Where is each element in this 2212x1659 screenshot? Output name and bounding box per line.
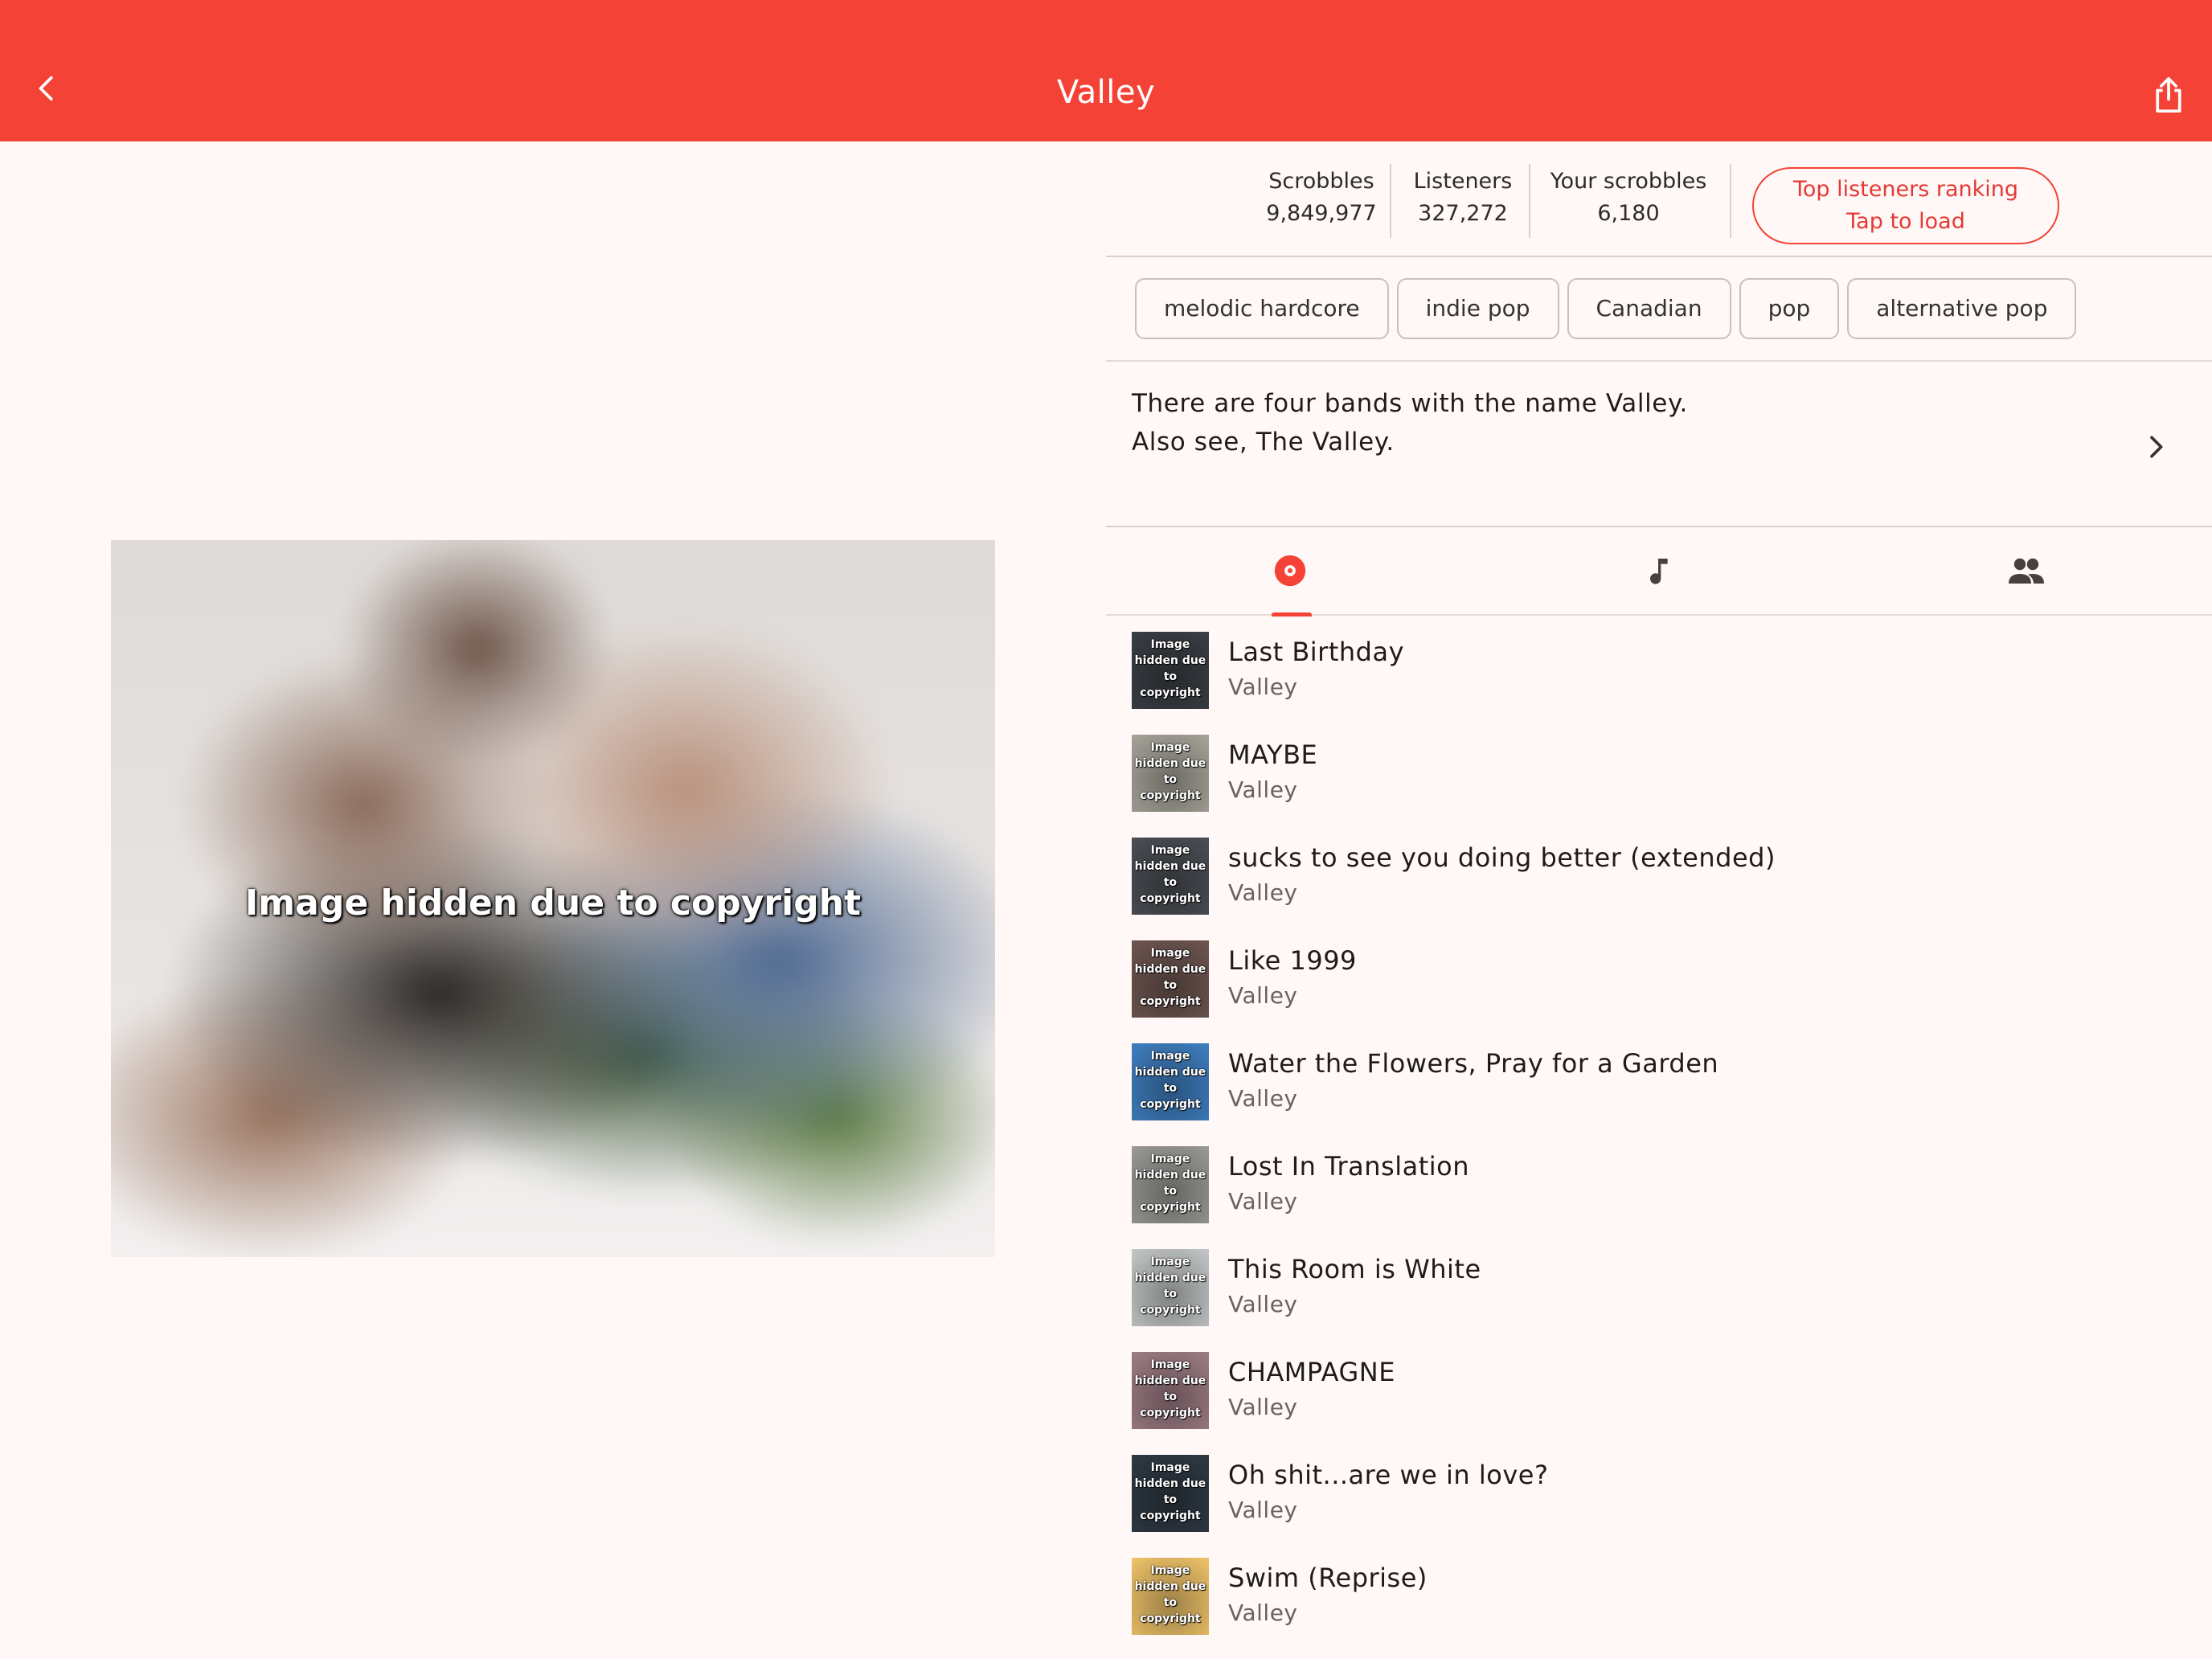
bio-line: There are four bands with the name Valle… — [1132, 389, 1688, 418]
album-thumbnail-caption: Image hidden due to copyright — [1134, 1358, 1206, 1419]
copyright-caption: Image hidden due to copyright — [244, 883, 862, 924]
album-thumbnail: Image hidden due to copyright — [1132, 632, 1209, 709]
stat-your-scrobbles: Your scrobbles 6,180 — [1532, 166, 1725, 238]
chevron-right-icon — [2150, 436, 2163, 458]
stat-value: 9,849,977 — [1266, 201, 1377, 226]
stat-scrobbles: Scrobbles 9,849,977 — [1252, 166, 1391, 238]
album-thumbnail: Image hidden due to copyright — [1132, 1249, 1209, 1326]
stat-value: 6,180 — [1597, 201, 1660, 226]
album-thumbnail-caption: Image hidden due to copyright — [1134, 1564, 1206, 1625]
divider — [1730, 164, 1731, 238]
album-title: Lost In Translation — [1228, 1151, 1469, 1182]
album-list-item[interactable]: Image hidden due to copyright Water the F… — [1106, 1034, 2212, 1137]
album-artist: Valley — [1228, 674, 1298, 700]
album-title: Last Birthday — [1228, 637, 1405, 667]
tag-chip[interactable]: indie pop — [1396, 278, 1559, 339]
album-artist: Valley — [1228, 776, 1298, 803]
album-list-item[interactable]: Image hidden due to copyright This Room i… — [1106, 1239, 2212, 1342]
album-artist: Valley — [1228, 1600, 1298, 1626]
album-thumbnail: Image hidden due to copyright — [1132, 1043, 1209, 1120]
stat-label: Your scrobbles — [1550, 169, 1707, 194]
album-thumbnail-caption: Image hidden due to copyright — [1134, 844, 1206, 905]
people-icon — [2009, 558, 2044, 584]
album-artist: Valley — [1228, 879, 1298, 906]
ranking-hint: Tap to load — [1846, 209, 1965, 234]
album-icon — [1274, 555, 1306, 587]
divider — [1529, 164, 1530, 238]
tab-tracks[interactable] — [1474, 527, 1842, 614]
stat-label: Listeners — [1413, 169, 1513, 194]
page-title: Valley — [1056, 74, 1156, 111]
album-thumbnail: Image hidden due to copyright — [1132, 1352, 1209, 1429]
share-button[interactable] — [2146, 72, 2191, 117]
album-artist: Valley — [1228, 1394, 1298, 1420]
divider — [1390, 164, 1391, 238]
tab-similar-artists[interactable] — [1842, 527, 2210, 614]
stat-listeners: Listeners 327,272 — [1392, 166, 1534, 238]
album-artist: Valley — [1228, 1291, 1298, 1317]
tag-chip[interactable]: melodic hardcore — [1135, 278, 1389, 339]
album-thumbnail-caption: Image hidden due to copyright — [1134, 1461, 1206, 1522]
album-thumbnail: Image hidden due to copyright — [1132, 1558, 1209, 1635]
album-list-item[interactable]: Image hidden due to copyright Lost In Tra… — [1106, 1137, 2212, 1239]
album-thumbnail: Image hidden due to copyright — [1132, 838, 1209, 915]
artist-details-pane: Scrobbles 9,849,977 Listeners 327,272 Yo… — [1106, 141, 2212, 1659]
stat-label: Scrobbles — [1268, 169, 1374, 194]
album-list-item[interactable]: Image hidden due to copyright CHAMPAGNE Va… — [1106, 1342, 2212, 1445]
music-note-icon — [1650, 559, 1668, 584]
artist-bio[interactable]: There are four bands with the name Valle… — [1132, 384, 2144, 461]
stats-bar: Scrobbles 9,849,977 Listeners 327,272 Yo… — [1106, 141, 2212, 257]
stat-value: 327,272 — [1418, 201, 1508, 226]
bio-expand-button[interactable] — [2140, 431, 2172, 463]
album-title: This Room is White — [1228, 1254, 1481, 1284]
ranking-label: Top listeners ranking — [1792, 177, 2019, 202]
album-list-item[interactable]: Image hidden due to copyright MAYBE Valley — [1106, 725, 2212, 828]
album-thumbnail: Image hidden due to copyright — [1132, 1455, 1209, 1532]
album-title: Oh shit...are we in love? — [1228, 1460, 1549, 1490]
album-list-item[interactable]: Image hidden due to copyright Last Birthd… — [1106, 622, 2212, 725]
album-thumbnail: Image hidden due to copyright — [1132, 1146, 1209, 1223]
app-bar: Valley — [0, 0, 2212, 141]
active-tab-indicator — [1272, 612, 1312, 616]
bio-line: Also see, The Valley. — [1132, 428, 1395, 457]
top-listeners-ranking-button[interactable]: Top listeners ranking Tap to load — [1752, 167, 2059, 244]
album-title: Swim (Reprise) — [1228, 1563, 1428, 1593]
album-thumbnail-caption: Image hidden due to copyright — [1134, 1153, 1206, 1214]
album-thumbnail: Image hidden due to copyright — [1132, 735, 1209, 812]
album-thumbnail-caption: Image hidden due to copyright — [1134, 638, 1206, 699]
album-list: Image hidden due to copyright Last Birthd… — [1106, 622, 2212, 1651]
album-artist: Valley — [1228, 1497, 1298, 1523]
album-artist: Valley — [1228, 1188, 1298, 1215]
album-thumbnail-caption: Image hidden due to copyright — [1134, 741, 1206, 802]
album-thumbnail: Image hidden due to copyright — [1132, 940, 1209, 1018]
tag-chip[interactable]: Canadian — [1567, 278, 1731, 339]
album-list-item[interactable]: Image hidden due to copyright sucks to se… — [1106, 828, 2212, 931]
tag-chip[interactable]: alternative pop — [1847, 278, 2077, 339]
content-tabs — [1106, 527, 2212, 616]
album-title: sucks to see you doing better (extended) — [1228, 842, 1776, 873]
tag-chip[interactable]: pop — [1739, 278, 1840, 339]
album-list-item[interactable]: Image hidden due to copyright Like 1999 Va… — [1106, 931, 2212, 1034]
album-list-item[interactable]: Image hidden due to copyright Oh shit...a… — [1106, 1445, 2212, 1548]
album-title: CHAMPAGNE — [1228, 1357, 1395, 1387]
tag-chips: melodic hardcore indie pop Canadian pop … — [1135, 278, 2077, 339]
divider — [1106, 360, 2212, 362]
album-thumbnail-caption: Image hidden due to copyright — [1134, 1050, 1206, 1111]
album-list-item[interactable]: Image hidden due to copyright Swim (Repri… — [1106, 1548, 2212, 1651]
tab-albums[interactable] — [1106, 527, 1474, 614]
album-title: Like 1999 — [1228, 945, 1357, 976]
artist-image[interactable]: Image hidden due to copyright — [111, 540, 995, 1257]
share-icon — [2156, 77, 2181, 113]
album-title: MAYBE — [1228, 739, 1318, 770]
album-thumbnail-caption: Image hidden due to copyright — [1134, 1256, 1206, 1317]
album-artist: Valley — [1228, 982, 1298, 1009]
album-artist: Valley — [1228, 1085, 1298, 1112]
album-title: Water the Flowers, Pray for a Garden — [1228, 1048, 1719, 1079]
album-thumbnail-caption: Image hidden due to copyright — [1134, 947, 1206, 1008]
